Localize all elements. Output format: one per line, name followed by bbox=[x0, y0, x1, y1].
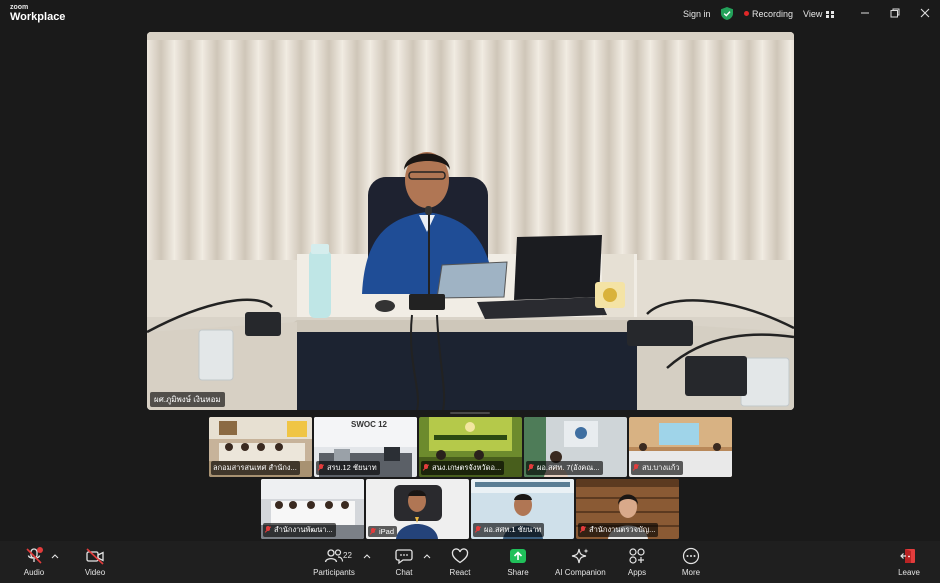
ai-companion-button[interactable]: AI Companion bbox=[555, 547, 606, 577]
participant-name-text: ผอ.สศท. 7(อังคณ... bbox=[537, 463, 600, 472]
participant-name-text: สรบ.12 ชัยนาท bbox=[327, 463, 377, 472]
participant-name-text: ลกอมสารสนเทศ สำนักง... bbox=[213, 463, 297, 472]
heart-icon bbox=[451, 548, 469, 564]
participants-options-chevron-up-icon[interactable] bbox=[363, 553, 371, 559]
active-speaker-video[interactable]: ผศ.ภูมิพงษ์ เงินหอม bbox=[147, 32, 794, 410]
recording-dot-icon bbox=[744, 11, 749, 16]
swoc-banner-text: SWOC 12 bbox=[351, 420, 388, 429]
zoom-logo: zoom Workplace bbox=[10, 4, 65, 23]
brand-big: Workplace bbox=[10, 11, 66, 23]
minimize-icon[interactable] bbox=[858, 6, 872, 20]
close-icon[interactable] bbox=[918, 6, 932, 20]
participant-tile[interactable]: ผอ.สศท. 7(อังคณ... bbox=[524, 417, 627, 477]
participant-name: สรบ.12 ชัยนาท bbox=[316, 461, 380, 475]
more-button[interactable]: More bbox=[678, 547, 704, 577]
participant-tile[interactable]: ผอ.สศท.1 ชัยนาท bbox=[471, 479, 574, 539]
participant-tile[interactable]: iPad bbox=[366, 479, 469, 539]
participant-tile[interactable]: สำนักงานตรวจบัญ... bbox=[576, 479, 679, 539]
meeting-toolbar: Audio Video Participants 22 Chat React S… bbox=[0, 541, 940, 583]
apps-button[interactable]: Apps bbox=[624, 547, 650, 577]
mic-muted-icon bbox=[26, 547, 43, 564]
mic-muted-icon bbox=[318, 464, 324, 471]
participants-icon bbox=[324, 549, 344, 563]
participant-name-text: สบ.บางแก้ว bbox=[642, 463, 680, 472]
brand-small: zoom bbox=[10, 4, 29, 11]
speaker-video-frame bbox=[147, 32, 794, 410]
grid-icon bbox=[826, 11, 835, 18]
apps-icon bbox=[629, 548, 645, 564]
video-button[interactable]: Video bbox=[82, 547, 108, 577]
participant-name: สนง.เกษตรจังหวัดอ... bbox=[421, 461, 505, 475]
share-label: Share bbox=[507, 568, 529, 577]
video-label: Video bbox=[84, 568, 106, 577]
sparkle-icon bbox=[571, 548, 589, 564]
participant-tile[interactable]: สำนักงานพัฒนา... bbox=[261, 479, 364, 539]
share-screen-icon bbox=[510, 549, 526, 563]
speaker-name-tag: ผศ.ภูมิพงษ์ เงินหอม bbox=[150, 392, 225, 407]
participants-count: 22 bbox=[343, 551, 352, 560]
participant-tile[interactable]: SWOC 12 สรบ.12 ชัยนาท bbox=[314, 417, 417, 477]
mic-muted-icon bbox=[475, 526, 481, 533]
leave-button[interactable]: Leave bbox=[896, 547, 922, 577]
participant-name-text: iPad bbox=[379, 527, 395, 536]
mic-muted-icon bbox=[580, 526, 586, 533]
participant-name-text: สนง.เกษตรจังหวัดอ... bbox=[432, 463, 502, 472]
participant-name: สบ.บางแก้ว bbox=[631, 461, 683, 475]
ai-companion-label: AI Companion bbox=[555, 568, 606, 577]
participant-name: ผอ.สศท. 7(อังคณ... bbox=[526, 461, 603, 475]
participant-tile[interactable]: สนง.เกษตรจังหวัดอ... bbox=[419, 417, 522, 477]
react-button[interactable]: React bbox=[448, 547, 472, 577]
participant-name-text: ผอ.สศท.1 ชัยนาท bbox=[484, 525, 542, 534]
recording-label: Recording bbox=[752, 9, 794, 19]
participant-tile[interactable]: ลกอมสารสนเทศ สำนักง... bbox=[209, 417, 312, 477]
chat-button[interactable]: Chat bbox=[392, 547, 416, 577]
participant-name: ลกอมสารสนเทศ สำนักง... bbox=[211, 461, 300, 475]
participant-tile[interactable]: สบ.บางแก้ว bbox=[629, 417, 732, 477]
chat-label: Chat bbox=[395, 568, 413, 577]
mic-muted-icon bbox=[370, 528, 376, 535]
encryption-shield-icon[interactable] bbox=[721, 7, 733, 20]
video-off-icon bbox=[86, 548, 104, 565]
mic-muted-icon bbox=[423, 464, 429, 471]
audio-label: Audio bbox=[23, 568, 45, 577]
audio-button[interactable]: Audio bbox=[20, 547, 48, 577]
zoom-window: zoom Workplace Sign in Recording View ผศ… bbox=[0, 0, 940, 583]
participant-name: สำนักงานพัฒนา... bbox=[263, 523, 336, 537]
sign-in-link[interactable]: Sign in bbox=[683, 9, 711, 19]
chat-options-chevron-up-icon[interactable] bbox=[423, 553, 431, 559]
participants-label: Participants bbox=[313, 568, 355, 577]
participant-name-text: สำนักงานตรวจบัญ... bbox=[589, 525, 656, 534]
leave-door-icon bbox=[900, 549, 915, 563]
title-bar: zoom Workplace Sign in Recording View bbox=[0, 0, 940, 28]
view-button[interactable]: View bbox=[803, 9, 835, 19]
leave-label: Leave bbox=[898, 568, 920, 577]
mic-muted-icon bbox=[633, 464, 639, 471]
react-label: React bbox=[449, 568, 471, 577]
participant-name: iPad bbox=[368, 526, 398, 537]
audio-options-chevron-up-icon[interactable] bbox=[51, 553, 59, 559]
participant-name-text: สำนักงานพัฒนา... bbox=[274, 525, 333, 534]
chat-icon bbox=[395, 549, 413, 565]
recording-indicator[interactable]: Recording bbox=[744, 9, 793, 19]
apps-label: Apps bbox=[627, 568, 647, 577]
participant-name: ผอ.สศท.1 ชัยนาท bbox=[473, 523, 545, 537]
more-dots-icon bbox=[682, 547, 700, 565]
mic-muted-icon bbox=[528, 464, 534, 471]
participant-name: สำนักงานตรวจบัญ... bbox=[578, 523, 659, 537]
view-label: View bbox=[803, 9, 823, 19]
share-button[interactable]: Share bbox=[505, 547, 531, 577]
more-label: More bbox=[681, 568, 701, 577]
mic-muted-icon bbox=[265, 526, 271, 533]
gallery-resize-handle[interactable] bbox=[450, 412, 490, 414]
restore-icon[interactable] bbox=[888, 6, 902, 20]
